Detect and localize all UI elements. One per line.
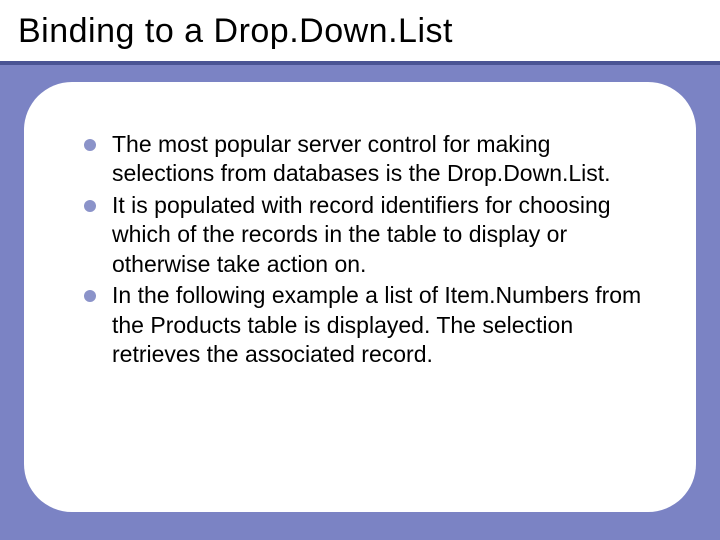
slide-title: Binding to a Drop.Down.List: [18, 12, 702, 51]
content-card: The most popular server control for maki…: [24, 82, 696, 512]
title-bar: Binding to a Drop.Down.List: [0, 0, 720, 65]
bullet-list: The most popular server control for maki…: [84, 130, 646, 370]
list-item: The most popular server control for maki…: [84, 130, 646, 189]
list-item: In the following example a list of Item.…: [84, 281, 646, 369]
list-item: It is populated with record identifiers …: [84, 191, 646, 279]
